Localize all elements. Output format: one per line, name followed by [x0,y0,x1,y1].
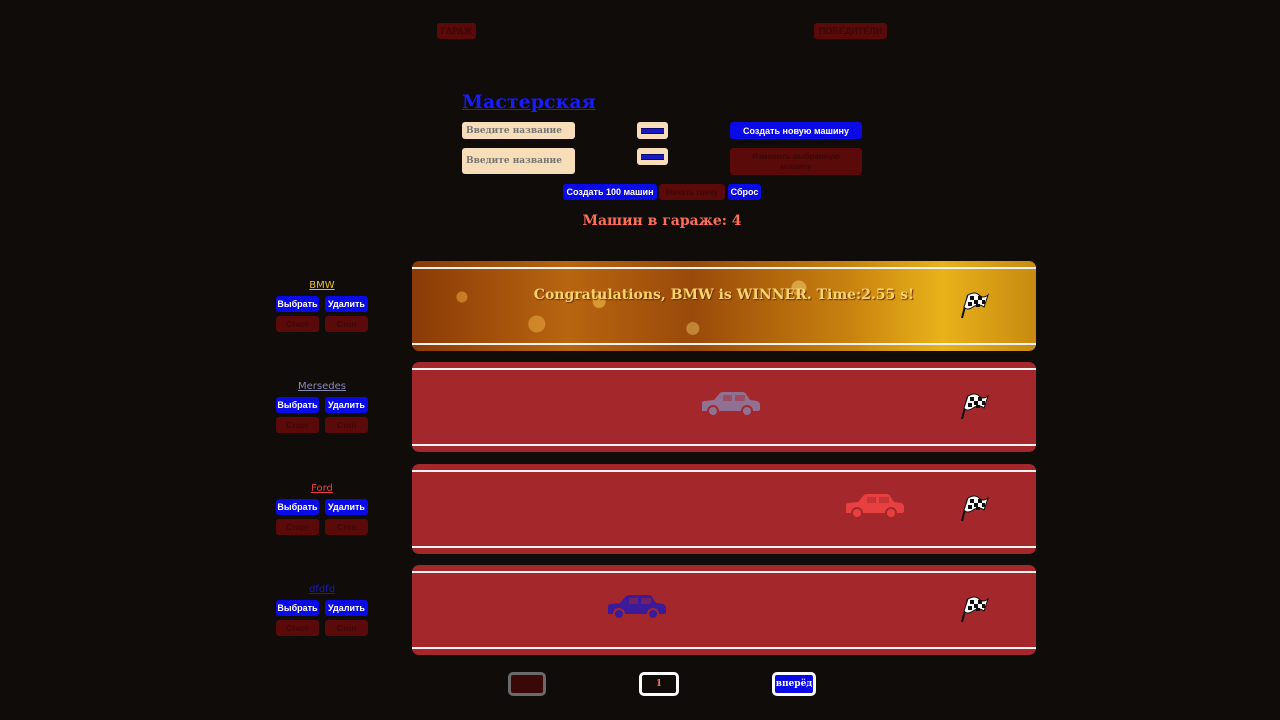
track-line-bottom [412,343,1036,345]
track-line-bottom [412,444,1036,446]
track-line-top [412,571,1036,573]
create-color-swatch [641,128,664,134]
stop-engine-button[interactable]: Стоп [325,417,368,433]
select-car-button[interactable]: Выбрать [276,499,319,515]
race-track [412,565,1036,655]
stop-engine-button[interactable]: Стоп [325,620,368,636]
next-page-button[interactable]: вперёд [772,672,816,696]
create-color-picker[interactable] [637,122,668,139]
start-race-button[interactable]: Начать гонку [659,184,725,200]
update-color-swatch [641,154,664,160]
remove-car-button[interactable]: Удалить [325,499,368,515]
track-line-top [412,470,1036,472]
remove-car-button[interactable]: Удалить [325,600,368,616]
garage-count: Машин в гараже: 4 [582,213,742,229]
start-engine-button[interactable]: Старт [276,417,319,433]
winners-nav-button[interactable]: ПОБЕДИТЕЛИ [814,23,887,39]
finish-flag-icon [959,595,990,627]
stop-engine-button[interactable]: Стоп [325,316,368,332]
finish-flag-icon [959,494,990,526]
create-name-input[interactable] [462,122,575,139]
select-car-button[interactable]: Выбрать [276,296,319,312]
remove-car-button[interactable]: Удалить [325,296,368,312]
generate-cars-button[interactable]: Создать 100 машин [563,184,657,200]
select-car-button[interactable]: Выбрать [276,397,319,413]
track-line-top [412,368,1036,370]
workshop-title[interactable]: Мастерская [462,91,596,113]
select-car-button[interactable]: Выбрать [276,600,319,616]
remove-car-button[interactable]: Удалить [325,397,368,413]
race-track [412,362,1036,452]
update-color-picker[interactable] [637,148,668,165]
car-name: dfdfd [308,584,336,595]
finish-flag-icon [959,392,990,424]
car-icon [604,593,668,625]
update-name-input[interactable] [462,148,575,174]
car-icon [842,492,906,524]
start-engine-button[interactable]: Старт [276,316,319,332]
winner-message: Congratulations, BMW is WINNER. Time:2.5… [533,287,915,303]
reset-button[interactable]: Сброс [728,184,761,200]
finish-flag-icon [959,291,990,323]
start-engine-button[interactable]: Старт [276,620,319,636]
track-line-top [412,267,1036,269]
car-name: Ford [311,483,333,494]
race-track: Congratulations, BMW is WINNER. Time:2.5… [412,261,1036,351]
garage-nav-button[interactable]: ГАРАЖ [437,23,476,39]
car-name: BMW [309,280,335,291]
car-name: Mersedes [298,381,346,392]
track-line-bottom [412,546,1036,548]
create-car-button[interactable]: Создать новую машину [730,122,862,139]
prev-page-button[interactable]: назад [508,672,546,696]
race-track [412,464,1036,554]
start-engine-button[interactable]: Старт [276,519,319,535]
track-line-bottom [412,647,1036,649]
stop-engine-button[interactable]: Стоп [325,519,368,535]
car-icon [698,390,762,422]
update-car-button[interactable]: Изменить выбранную машину [730,148,862,175]
page-number: 1 [639,672,679,696]
